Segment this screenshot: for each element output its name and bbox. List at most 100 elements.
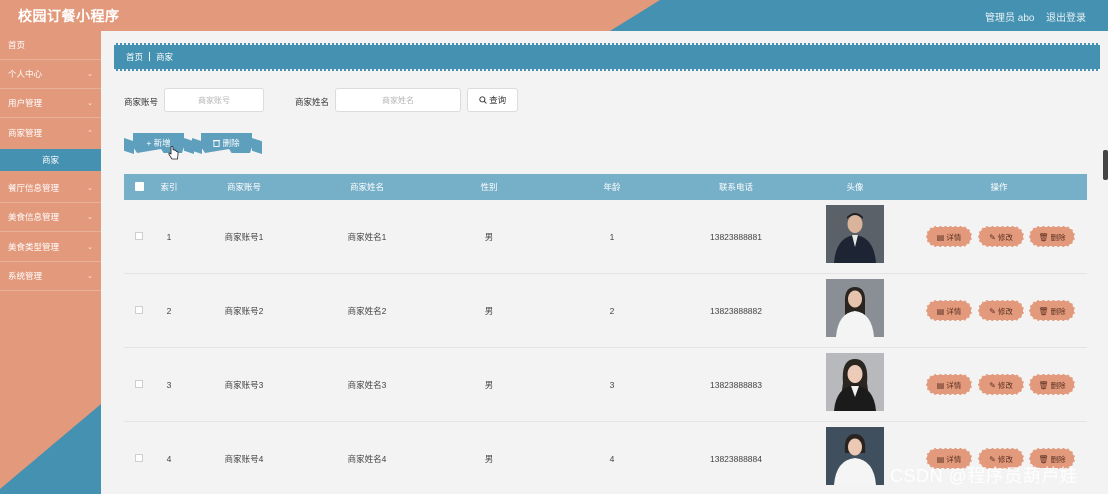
detail-button-label: 详情 (946, 307, 962, 316)
sidebar-item-merchant-management[interactable]: 商家管理 ⌃ (0, 119, 101, 148)
document-icon: ▤ (936, 233, 945, 242)
app-title: 校园订餐小程序 (18, 8, 120, 24)
query-button-label: 查询 (489, 95, 507, 105)
cell-age: 3 (609, 380, 615, 390)
sidebar-item-food-info[interactable]: 美食信息管理 ⌄ (0, 203, 101, 232)
col-index: 索引 (160, 182, 178, 192)
breadcrumb-separator (149, 52, 151, 61)
cell-name: 商家姓名3 (347, 380, 387, 390)
cell-age: 2 (609, 306, 615, 316)
sidebar-item-label: 美食信息管理 (8, 212, 60, 222)
sidebar-item-food-type[interactable]: 美食类型管理 ⌄ (0, 233, 101, 262)
sidebar-item-user-management[interactable]: 用户管理 ⌄ (0, 89, 101, 118)
col-phone: 联系电话 (718, 182, 754, 192)
trash-icon: 🗑 (1038, 381, 1049, 390)
hand-cursor-icon (168, 146, 179, 160)
row-checkbox[interactable] (135, 454, 143, 462)
sidebar-item-label: 个人中心 (8, 69, 43, 79)
cell-name: 商家姓名4 (347, 454, 387, 464)
chevron-down-icon: ⌄ (87, 100, 93, 107)
chevron-down-icon: ⌄ (87, 185, 93, 192)
delete-button-flag-tail (252, 138, 262, 154)
cell-age: 4 (609, 454, 615, 464)
row-delete-button-label: 删除 (1050, 233, 1066, 242)
cell-phone: 13823888882 (709, 306, 763, 316)
chevron-down-icon: ⌄ (87, 244, 93, 251)
cell-account: 商家账号1 (224, 232, 264, 242)
cell-account: 商家账号3 (224, 380, 264, 390)
search-icon (479, 96, 487, 104)
detail-button[interactable]: ▤ 详情 (926, 374, 972, 395)
breadcrumb-current: 商家 (156, 52, 174, 62)
sidebar-item-restaurant-info[interactable]: 餐厅信息管理 ⌄ (0, 174, 101, 203)
table-row: 3 商家账号3 商家姓名3 男 3 13823888883 ▤ 详情 ✎ 修改 🗑 删… (124, 348, 1087, 422)
edit-icon: ✎ (989, 307, 996, 316)
col-age: 年龄 (603, 182, 621, 192)
row-delete-button[interactable]: 🗑 删除 (1029, 300, 1075, 321)
name-search-input[interactable] (335, 88, 461, 112)
row-checkbox[interactable] (135, 306, 143, 314)
edit-icon: ✎ (989, 233, 996, 242)
delete-button-label: 删除 (222, 138, 240, 148)
detail-button[interactable]: ▤ 详情 (926, 300, 972, 321)
cell-name: 商家姓名2 (347, 306, 387, 316)
cell-phone: 13823888881 (709, 232, 763, 242)
select-all-checkbox[interactable] (135, 182, 144, 191)
row-delete-button-label: 删除 (1050, 381, 1066, 390)
cell-phone: 13823888884 (709, 454, 763, 464)
query-button[interactable]: 查询 (467, 88, 518, 112)
cell-index: 1 (166, 232, 172, 242)
row-delete-button[interactable]: 🗑 删除 (1029, 374, 1075, 395)
sidebar-subitem-merchant[interactable]: 商家 (0, 149, 101, 171)
avatar (826, 427, 884, 485)
cell-phone: 13823888883 (709, 380, 763, 390)
avatar (826, 353, 884, 411)
table-row: 1 商家账号1 商家姓名1 男 1 13823888881 ▤ 详情 ✎ 修改 🗑 删… (124, 200, 1087, 274)
delete-button[interactable]: 删除 (201, 133, 252, 153)
sidebar-item-label: 餐厅信息管理 (8, 183, 60, 193)
edit-button[interactable]: ✎ 修改 (978, 300, 1024, 321)
col-name: 商家姓名 (349, 182, 385, 192)
row-delete-button[interactable]: 🗑 删除 (1029, 226, 1075, 247)
watermark: CSDN @程序员葫芦娃 (890, 466, 1079, 486)
sidebar-item-label: 商家管理 (8, 128, 43, 138)
account-search-input[interactable] (164, 88, 264, 112)
cell-name: 商家姓名1 (347, 232, 387, 242)
top-bar-accent (610, 0, 1108, 31)
sidebar-item-personal-center[interactable]: 个人中心 ⌄ (0, 60, 101, 89)
col-avatar: 头像 (846, 182, 864, 192)
document-icon: ▤ (936, 381, 945, 390)
breadcrumb-home[interactable]: 首页 (126, 52, 143, 62)
trash-icon (213, 139, 221, 147)
chevron-down-icon: ⌄ (87, 71, 93, 78)
chevron-down-icon: ⌄ (87, 273, 93, 280)
row-delete-button-label: 删除 (1050, 307, 1066, 316)
cell-gender: 男 (484, 454, 494, 464)
detail-button-label: 详情 (946, 381, 962, 390)
cell-age: 1 (609, 232, 615, 242)
cell-index: 4 (166, 454, 172, 464)
edit-button[interactable]: ✎ 修改 (978, 374, 1024, 395)
sidebar-item-label: 美食类型管理 (8, 242, 60, 252)
document-icon: ▤ (936, 307, 945, 316)
logout-link[interactable]: 退出登录 (1046, 9, 1086, 24)
trash-icon: 🗑 (1038, 307, 1049, 316)
detail-button[interactable]: ▤ 详情 (926, 226, 972, 247)
row-checkbox[interactable] (135, 232, 143, 240)
edit-icon: ✎ (989, 381, 996, 390)
edit-button[interactable]: ✎ 修改 (978, 226, 1024, 247)
cell-account: 商家账号4 (224, 454, 264, 464)
sidebar-item-system[interactable]: 系统管理 ⌄ (0, 262, 101, 291)
plus-icon: + (146, 138, 152, 148)
table-header: 索引 商家账号 商家姓名 性别 年龄 联系电话 头像 操作 (124, 174, 1087, 200)
edit-button-label: 修改 (997, 381, 1013, 390)
admin-user-label: 管理员 abo (985, 13, 1035, 24)
scrollbar-thumb[interactable] (1103, 150, 1108, 180)
top-bar: 校园订餐小程序 管理员 abo 退出登录 (0, 0, 1108, 31)
table-row: 2 商家账号2 商家姓名2 男 2 13823888882 ▤ 详情 ✎ 修改 🗑 删… (124, 274, 1087, 348)
sidebar-item-label: 用户管理 (8, 98, 43, 108)
cell-gender: 男 (484, 306, 494, 316)
trash-icon: 🗑 (1038, 233, 1049, 242)
row-checkbox[interactable] (135, 380, 143, 388)
sidebar-item-home[interactable]: 首页 (0, 31, 101, 60)
